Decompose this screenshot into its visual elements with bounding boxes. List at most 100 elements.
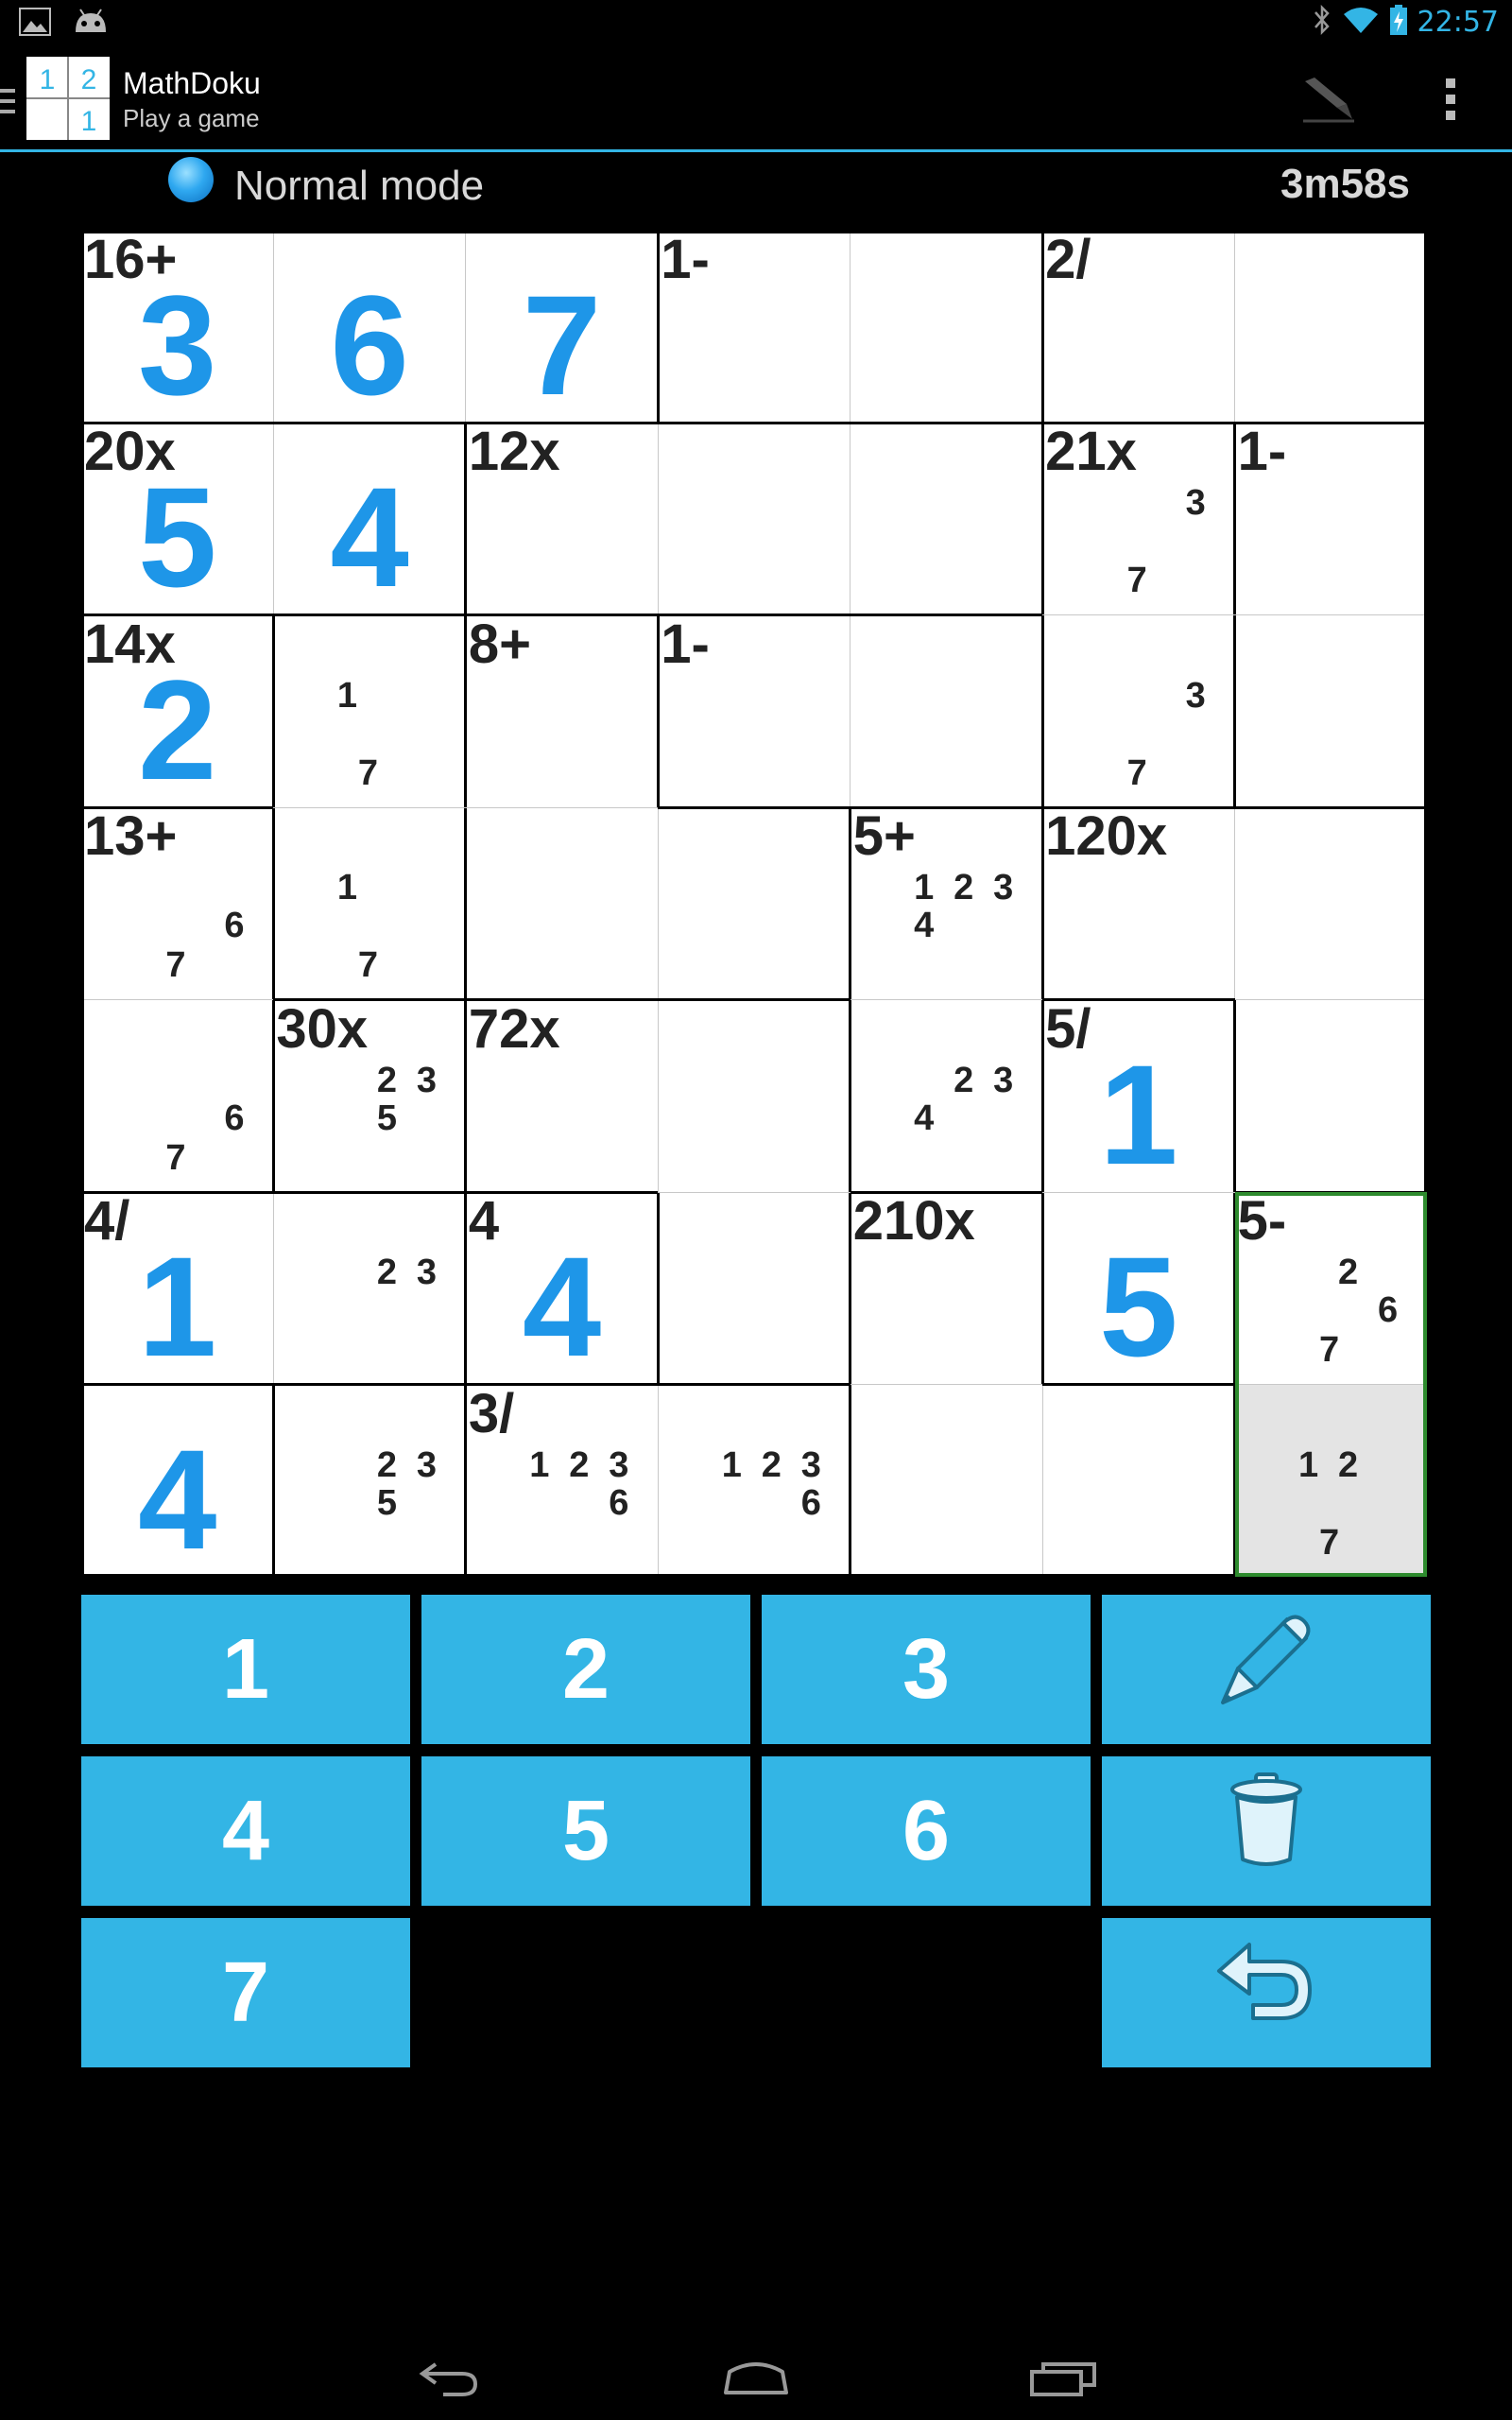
cage-border <box>849 1384 852 1577</box>
pencil-mark: 6 <box>224 1098 245 1138</box>
app-logo[interactable]: 1 2 1 <box>26 57 110 140</box>
cage-border <box>1233 999 1237 1193</box>
cell-divider <box>272 423 274 615</box>
grid-cell-r5-c3[interactable]: 72x <box>465 999 659 1193</box>
grid-cell-r1-c5[interactable] <box>850 231 1043 424</box>
grid-cell-r3-c3[interactable]: 8+ <box>465 614 659 808</box>
mode-indicator-icon <box>168 157 214 202</box>
grid-cell-r6-c2[interactable]: 23 <box>273 1192 466 1385</box>
grid-cell-r6-c3[interactable]: 44 <box>465 1192 659 1385</box>
grid-cell-r2-c2[interactable]: 4 <box>273 423 466 615</box>
overflow-menu-icon[interactable] <box>1418 66 1484 132</box>
pencil-mark: 7 <box>1126 752 1147 793</box>
grid-cell-r2-c6[interactable]: 21x 3 7 <box>1042 423 1235 615</box>
grid-cell-r2-c7[interactable]: 1- <box>1234 423 1427 615</box>
grid-cell-r5-c6[interactable]: 5/1 <box>1042 999 1235 1193</box>
back-icon[interactable] <box>412 2354 488 2401</box>
cell-value: 3 <box>137 266 217 424</box>
cage-border <box>271 999 275 1193</box>
cell-divider <box>657 807 659 1000</box>
grid-cell-r5-c1[interactable]: 67 <box>81 999 274 1193</box>
grid-cell-r6-c5[interactable]: 210x <box>850 1192 1043 1385</box>
grid-cell-r2-c4[interactable] <box>658 423 850 615</box>
grid-cell-r1-c2[interactable]: 6 <box>273 231 466 424</box>
grid-cell-r5-c5[interactable]: 23 4 <box>850 999 1043 1193</box>
grid-cell-r1-c1[interactable]: 16+ 3 <box>81 231 274 424</box>
grid-cell-r7-c6[interactable] <box>1042 1384 1235 1577</box>
grid-cell-r7-c2[interactable]: 235 <box>273 1384 466 1577</box>
grid-cell-r3-c1[interactable]: 14x 2 <box>81 614 274 808</box>
grid-cell-r2-c1[interactable]: 20x 5 <box>81 423 274 615</box>
cage-border <box>81 1383 274 1387</box>
pencil-mark: 3 <box>416 1444 437 1485</box>
grid-cell-r3-c5[interactable] <box>850 614 1043 808</box>
grid-cell-r2-c5[interactable] <box>850 423 1043 615</box>
home-icon[interactable] <box>718 2354 794 2401</box>
grid-cell-r5-c7[interactable] <box>1234 999 1427 1193</box>
pencil-button[interactable] <box>1102 1595 1431 1744</box>
grid-cell-r7-c4[interactable]: 1236 <box>658 1384 850 1577</box>
cell-divider <box>657 423 659 615</box>
pencil-mark: 2 <box>761 1444 782 1485</box>
grid-cell-r1-c3[interactable]: 7 <box>465 231 659 424</box>
digit-button-4[interactable]: 4 <box>81 1756 410 1906</box>
grid-cell-r3-c7[interactable] <box>1234 614 1427 808</box>
grid-cell-r7-c5[interactable] <box>850 1384 1043 1577</box>
cage-border <box>273 1190 466 1194</box>
clear-button[interactable] <box>1102 1756 1431 1906</box>
grid-cell-r1-c7[interactable] <box>1234 231 1427 424</box>
cage-border <box>1040 999 1044 1193</box>
grid-cell-r5-c2[interactable]: 30x 2 3 5 <box>273 999 466 1193</box>
grid-cell-r7-c1[interactable]: 4 <box>81 1384 274 1577</box>
cage-border <box>1040 807 1044 1000</box>
digit-button-1[interactable]: 1 <box>81 1595 410 1744</box>
grid-cell-r4-c1[interactable]: 13+ 6 7 <box>81 807 274 1000</box>
grid-cell-r4-c6[interactable]: 120x <box>1042 807 1235 1000</box>
android-icon <box>72 8 110 40</box>
grid-cell-r4-c3[interactable] <box>465 807 659 1000</box>
cage-border <box>1040 423 1044 615</box>
grid-cell-r1-c6[interactable]: 2/ <box>1042 231 1235 424</box>
digit-button-5[interactable]: 5 <box>421 1756 750 1906</box>
grid-cell-r4-c4[interactable] <box>658 807 850 1000</box>
pencil-mark: 3 <box>416 1060 437 1100</box>
grid-cell-r5-c4[interactable] <box>658 999 850 1193</box>
drawer-indicator-icon[interactable] <box>0 85 15 121</box>
grid-cell-r3-c4[interactable]: 1- <box>658 614 850 808</box>
cage-border <box>850 614 1043 617</box>
cell-value: 7 <box>522 266 602 424</box>
digit-button-3[interactable]: 3 <box>762 1595 1091 1744</box>
grid-cell-r6-c6[interactable]: 5 <box>1042 1192 1235 1385</box>
cell-value: 2 <box>137 649 217 808</box>
grid-cell-r4-c7[interactable] <box>1234 807 1427 1000</box>
grid-cell-r6-c1[interactable]: 4/1 <box>81 1192 274 1385</box>
grid-cell-r3-c6[interactable]: 37 <box>1042 614 1235 808</box>
undo-button[interactable] <box>1102 1918 1431 2067</box>
grid-cell-r4-c5[interactable]: 5+ 1 2 3 4 <box>850 807 1043 1000</box>
recent-apps-icon[interactable] <box>1026 2354 1102 2401</box>
cell-divider <box>273 806 466 808</box>
cage-clue: 2/ <box>1045 231 1091 290</box>
cage-border <box>464 1384 468 1577</box>
pencil-mark: 3 <box>1185 675 1206 716</box>
undo-icon <box>1210 1935 1323 2050</box>
digit-button-7[interactable]: 7 <box>81 1918 410 2067</box>
cell-divider <box>465 231 467 424</box>
puzzle-grid: 16+ 3 6 7 1- 2/20x 5 4 12x 21x 3 7 1- 14x 2 1 7 8+ 1- 3 7 13+… <box>81 231 1427 1577</box>
grid-cell-r6-c4[interactable] <box>658 1192 850 1385</box>
digit-button-6[interactable]: 6 <box>762 1756 1091 1906</box>
status-bar: 22:57 <box>0 0 1512 47</box>
cell-divider <box>1234 999 1427 1001</box>
pen-icon[interactable] <box>1295 66 1361 132</box>
cell-divider <box>850 1384 1043 1386</box>
cell-value: 4 <box>137 1419 217 1577</box>
grid-cell-r2-c3[interactable]: 12x <box>465 423 659 615</box>
grid-cell-r1-c4[interactable]: 1- <box>658 231 850 424</box>
grid-cell-r4-c2[interactable]: 17 <box>273 807 466 1000</box>
digit-button-2[interactable]: 2 <box>421 1595 750 1744</box>
grid-cell-r3-c2[interactable]: 17 <box>273 614 466 808</box>
cell-divider <box>1234 614 1427 616</box>
cage-border <box>1040 1192 1044 1385</box>
cage-border <box>849 1192 852 1385</box>
grid-cell-r7-c3[interactable]: 3/1 2 3 6 <box>465 1384 659 1577</box>
